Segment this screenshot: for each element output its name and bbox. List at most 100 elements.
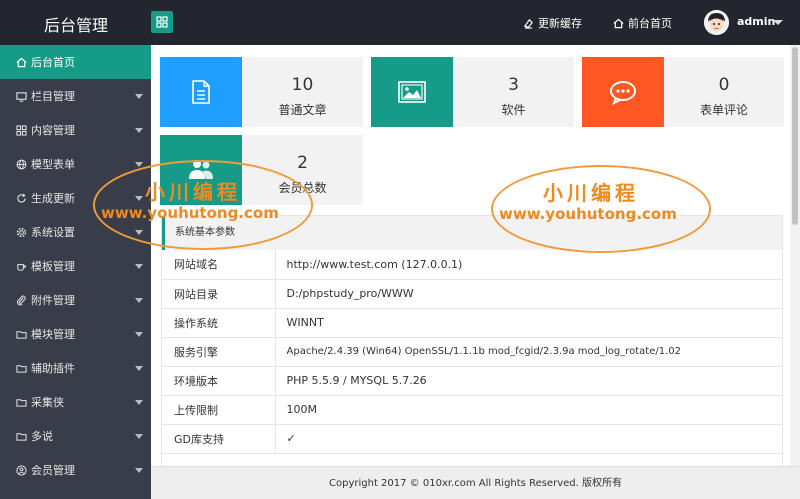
sidebar-item-home[interactable]: 后台首页 bbox=[0, 45, 151, 79]
folder-icon bbox=[16, 364, 27, 373]
panel-title: 系统基本参数 bbox=[162, 216, 782, 250]
table-row: 操作系统 WINNT bbox=[162, 308, 782, 338]
stat-card-comments[interactable]: 0 表单评论 bbox=[582, 57, 784, 127]
clip-icon bbox=[16, 295, 26, 305]
stat-card-members[interactable]: 2 会员总数 bbox=[160, 135, 363, 205]
row-key: 服务引擎 bbox=[162, 337, 276, 367]
row-value: D:/phpstudy_pro/WWW bbox=[275, 279, 782, 309]
refresh-icon bbox=[17, 193, 26, 203]
chevron-down-icon bbox=[135, 366, 143, 371]
sidebar-item-label: 栏目管理 bbox=[31, 90, 75, 103]
row-key: 操作系统 bbox=[162, 308, 276, 338]
chevron-down-icon bbox=[135, 400, 143, 405]
chevron-down-icon bbox=[135, 196, 143, 201]
stat-label: 表单评论 bbox=[699, 103, 748, 117]
stat-value: 2 bbox=[297, 153, 308, 173]
stat-label: 会员总数 bbox=[278, 181, 327, 195]
sidebar-item-templates[interactable]: 模板管理 bbox=[0, 249, 151, 283]
chevron-down-icon bbox=[135, 94, 143, 99]
sidebar-item-label: 系统设置 bbox=[31, 226, 75, 239]
grid-icon bbox=[16, 124, 27, 136]
stat-value: 0 bbox=[718, 75, 730, 95]
sidebar-item-settings[interactable]: 系统设置 bbox=[0, 215, 151, 249]
stat-icon-box bbox=[160, 57, 242, 127]
sidebar: 后台首页 栏目管理 内容管理 模型表单 生成更新 系统设置 模板管理 附件管理 … bbox=[0, 45, 151, 499]
table-row: 网站域名 http://www.test.com (127.0.0.1) bbox=[162, 250, 782, 280]
app-logo[interactable]: 后台管理 bbox=[44, 12, 108, 36]
grid-icon bbox=[156, 16, 168, 28]
table-row: 环境版本 PHP 5.5.9 / MYSQL 5.7.26 bbox=[162, 366, 782, 396]
avatar-face-icon bbox=[704, 10, 729, 35]
sidebar-item-modules[interactable]: 模块管理 bbox=[0, 317, 151, 351]
top-header: 后台管理 更新缓存 前台首页 admin bbox=[0, 0, 800, 45]
sidebar-item-label: 辅助插件 bbox=[31, 362, 75, 375]
sidebar-item-label: 后台首页 bbox=[31, 56, 75, 69]
chevron-down-icon bbox=[135, 230, 143, 235]
chevron-down-icon bbox=[135, 468, 143, 473]
chevron-down-icon bbox=[135, 298, 143, 303]
system-info-panel: 系统基本参数 网站域名 http://www.test.com (127.0.0… bbox=[161, 215, 783, 469]
stat-icon-box bbox=[160, 135, 242, 205]
home-icon bbox=[613, 18, 624, 28]
stat-icon-box bbox=[582, 57, 664, 127]
document-icon bbox=[192, 80, 210, 104]
user-name[interactable]: admin bbox=[737, 15, 775, 28]
front-home-label: 前台首页 bbox=[628, 17, 672, 30]
avatar[interactable] bbox=[704, 10, 729, 35]
sidebar-item-label: 内容管理 bbox=[31, 124, 75, 137]
eraser-icon bbox=[523, 18, 533, 29]
sidebar-item-columns[interactable]: 栏目管理 bbox=[0, 79, 151, 113]
stat-value: 3 bbox=[508, 75, 519, 95]
sidebar-item-label: 模型表单 bbox=[31, 158, 75, 171]
front-home-link[interactable]: 前台首页 bbox=[613, 15, 672, 31]
refresh-cache-label: 更新缓存 bbox=[538, 17, 582, 30]
sidebar-item-label: 模块管理 bbox=[31, 328, 75, 341]
row-key: GD库支持 bbox=[162, 424, 276, 454]
refresh-cache-link[interactable]: 更新缓存 bbox=[523, 15, 582, 31]
row-key: 网站目录 bbox=[162, 279, 276, 309]
sidebar-item-label: 采集侠 bbox=[31, 396, 64, 409]
folder-icon bbox=[16, 398, 27, 407]
stat-label: 普通文章 bbox=[278, 103, 327, 117]
sidebar-item-collector[interactable]: 采集侠 bbox=[0, 385, 151, 419]
chevron-down-icon bbox=[135, 162, 143, 167]
users-icon bbox=[189, 160, 213, 179]
stat-value: 10 bbox=[291, 75, 314, 95]
stat-card-articles[interactable]: 10 普通文章 bbox=[160, 57, 363, 127]
sidebar-item-attachments[interactable]: 附件管理 bbox=[0, 283, 151, 317]
row-value: http://www.test.com (127.0.0.1) bbox=[275, 250, 782, 280]
table-row: GD库支持 ✓ bbox=[162, 424, 782, 454]
cup-icon bbox=[17, 263, 26, 271]
table-row: 上传限制 100M bbox=[162, 395, 782, 425]
monitor-icon bbox=[16, 91, 27, 102]
chevron-down-icon bbox=[135, 434, 143, 439]
scrollbar-thumb[interactable] bbox=[792, 47, 798, 225]
system-info-table: 网站域名 http://www.test.com (127.0.0.1) 网站目… bbox=[162, 250, 782, 454]
sidebar-item-plugins[interactable]: 辅助插件 bbox=[0, 351, 151, 385]
sidebar-item-label: 附件管理 bbox=[31, 294, 75, 307]
globe-icon bbox=[16, 159, 27, 169]
image-icon bbox=[398, 81, 426, 103]
sidebar-item-label: 生成更新 bbox=[31, 192, 75, 205]
sidebar-item-duoshuo[interactable]: 多说 bbox=[0, 419, 151, 453]
home-icon bbox=[16, 57, 27, 67]
chat-icon bbox=[610, 81, 636, 105]
sidebar-item-label: 模板管理 bbox=[31, 260, 75, 273]
stat-icon-box bbox=[371, 57, 453, 127]
sidebar-item-generate[interactable]: 生成更新 bbox=[0, 181, 151, 215]
stat-label: 软件 bbox=[501, 103, 526, 117]
stat-card-software[interactable]: 3 软件 bbox=[371, 57, 574, 127]
sidebar-item-content[interactable]: 内容管理 bbox=[0, 113, 151, 147]
chevron-down-icon[interactable] bbox=[773, 20, 783, 25]
row-key: 网站域名 bbox=[162, 250, 276, 280]
sidebar-item-members[interactable]: 会员管理 bbox=[0, 453, 151, 487]
folder-icon bbox=[16, 432, 27, 441]
row-value: 100M bbox=[275, 395, 782, 425]
folder-icon bbox=[16, 330, 27, 339]
table-row: 服务引擎 Apache/2.4.39 (Win64) OpenSSL/1.1.1… bbox=[162, 337, 782, 367]
sidebar-item-label: 多说 bbox=[31, 430, 53, 443]
row-value: Apache/2.4.39 (Win64) OpenSSL/1.1.1b mod… bbox=[275, 337, 782, 367]
menu-toggle-button[interactable] bbox=[151, 11, 173, 33]
table-row: 网站目录 D:/phpstudy_pro/WWW bbox=[162, 279, 782, 309]
sidebar-item-model-form[interactable]: 模型表单 bbox=[0, 147, 151, 181]
